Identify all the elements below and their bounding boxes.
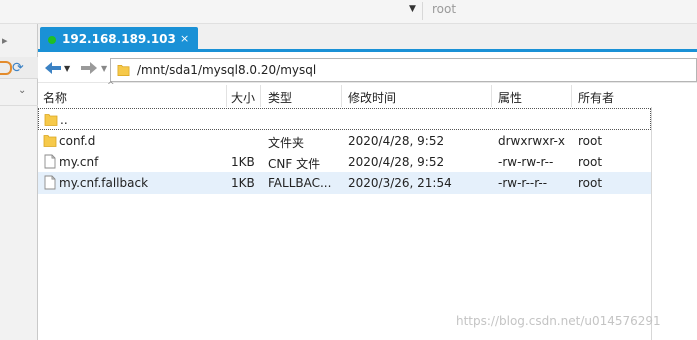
file-type: CNF 文件 — [268, 157, 321, 171]
back-arrow-icon — [45, 62, 61, 74]
file-owner: root — [578, 134, 603, 148]
column-attributes[interactable]: 属性 — [498, 89, 522, 106]
column-divider[interactable] — [341, 85, 342, 107]
table-row[interactable]: my.cnf 1KB CNF 文件 2020/4/28, 9:52 -rw-rw… — [38, 151, 651, 173]
file-icon — [44, 154, 56, 169]
file-owner: root — [578, 176, 603, 190]
file-modified: 2020/4/28, 9:52 — [348, 155, 445, 169]
dropdown-arrow-icon[interactable]: ▼ — [409, 4, 416, 14]
divider — [0, 105, 38, 106]
file-modified: 2020/3/26, 21:54 — [348, 176, 452, 190]
file-name: my.cnf.fallback — [59, 176, 149, 190]
forward-history-dropdown-icon[interactable]: ▼ — [101, 64, 107, 73]
file-owner: root — [578, 155, 603, 169]
column-divider[interactable] — [571, 85, 572, 107]
folder-icon — [43, 135, 57, 147]
table-row[interactable]: .. — [38, 108, 651, 130]
column-header: 名称 大小 类型 修改时间 属性 所有者 — [38, 85, 652, 107]
column-divider[interactable] — [491, 85, 492, 107]
table-row[interactable]: conf.d 文件夹 2020/4/28, 9:52 drwxrwxr-x ro… — [38, 130, 651, 152]
path-field[interactable]: /mnt/sda1/mysql8.0.20/mysql — [110, 58, 697, 82]
watermark: https://blog.csdn.net/u014576291 — [456, 314, 661, 328]
file-attributes: -rw-rw-r-- — [498, 155, 554, 169]
file-size: 1KB — [231, 155, 255, 169]
file-icon — [44, 175, 56, 190]
file-size: 1KB — [231, 176, 255, 190]
back-history-dropdown-icon[interactable]: ▼ — [64, 64, 70, 73]
refresh-icon[interactable] — [0, 61, 12, 75]
forward-arrow-icon — [81, 62, 97, 74]
file-name: conf.d — [59, 134, 96, 148]
chevron-down-icon: ⌄ — [18, 85, 27, 96]
column-modified[interactable]: 修改时间 — [348, 89, 396, 106]
forward-button[interactable] — [78, 58, 100, 78]
column-type[interactable]: 类型 — [268, 89, 292, 106]
right-pane-edge — [652, 83, 697, 340]
file-modified: 2020/4/28, 9:52 — [348, 134, 445, 148]
tab-label: 192.168.189.103 — [62, 32, 176, 46]
user-field[interactable]: root — [432, 2, 456, 16]
table-row[interactable]: my.cnf.fallback 1KB FALLBAC... 2020/3/26… — [38, 172, 651, 194]
file-name: .. — [60, 113, 68, 127]
left-tab-fragment[interactable]: ▸ — [0, 30, 30, 52]
file-name: my.cnf — [59, 155, 99, 169]
sync-icon[interactable]: ⟳ — [12, 60, 24, 76]
folder-icon — [117, 64, 130, 76]
file-type: FALLBAC... — [268, 176, 332, 190]
column-divider[interactable] — [260, 85, 261, 107]
file-attributes: drwxrwxr-x — [498, 134, 565, 148]
file-type: 文件夹 — [268, 136, 305, 150]
connection-status-icon — [48, 36, 56, 44]
folder-icon — [44, 114, 58, 126]
file-attributes: -rw-r--r-- — [498, 176, 548, 190]
path-text: /mnt/sda1/mysql8.0.20/mysql — [137, 63, 317, 77]
top-toolbar-strip — [0, 0, 697, 24]
back-button[interactable] — [42, 58, 64, 78]
column-name[interactable]: 名称 — [43, 89, 67, 106]
column-owner[interactable]: 所有者 — [578, 89, 614, 106]
column-size[interactable]: 大小 — [231, 89, 255, 106]
session-tab[interactable]: 192.168.189.103 × — [40, 27, 198, 52]
column-divider[interactable] — [226, 85, 227, 107]
toolbar-divider — [422, 2, 423, 20]
close-icon[interactable]: × — [180, 32, 189, 45]
